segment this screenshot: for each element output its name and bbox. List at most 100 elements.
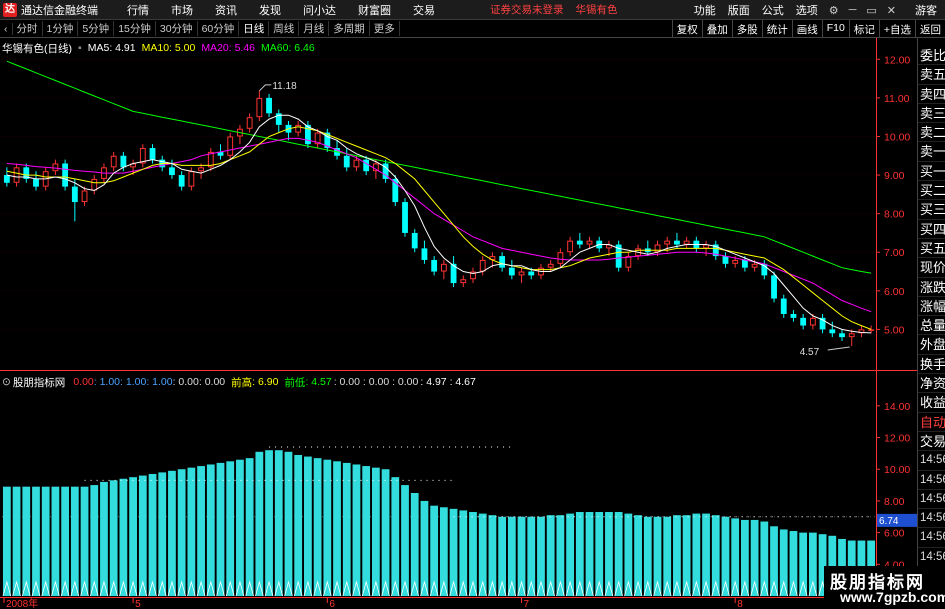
indicator-bar	[692, 513, 701, 596]
indicator-bar	[294, 454, 303, 596]
indicator-bar	[119, 478, 128, 596]
date-label: 6	[329, 599, 335, 609]
candle-body-down	[674, 240, 680, 245]
candle-body-down	[178, 175, 185, 187]
candle-body-down	[722, 256, 729, 264]
side-item-13: 涨幅	[918, 297, 945, 317]
indicator-bar	[80, 486, 89, 596]
indicator-tail-1: : 0.00 : 0.00 : 0.00	[333, 376, 419, 388]
watermark-line2: www.7gpzb.com	[840, 589, 945, 605]
indicator-bar	[381, 469, 390, 596]
indicator-bar	[653, 516, 662, 596]
candle-body-down	[120, 155, 127, 168]
price-tick-label: 10.00	[884, 131, 910, 143]
indicator-bar	[517, 516, 526, 596]
indicator-bar	[634, 515, 642, 596]
indicator-menu-icon[interactable]: ⊙	[2, 376, 11, 388]
indicator-bar	[255, 451, 264, 596]
side-item-7: 买二	[918, 181, 945, 201]
indicator-bar	[109, 480, 118, 596]
kchart-header: 华锡有色(日线) ▪ MA5: 4.91 MA10: 5.00 MA20: 5.…	[2, 41, 321, 55]
ma60-line	[6, 60, 872, 274]
low-pointer	[827, 346, 850, 351]
ma5-line	[6, 114, 872, 334]
indicator-bar	[216, 462, 225, 596]
candle-body-up	[518, 271, 525, 276]
candle-body-down	[149, 148, 156, 160]
side-item-10: 买五	[918, 239, 945, 259]
candle-body-down	[790, 313, 797, 318]
side-item-2: 卖四	[918, 85, 945, 104]
indicator-bar	[401, 485, 409, 596]
side-item-17: 净资	[918, 374, 945, 394]
side-item-9: 买四	[918, 220, 945, 239]
indicator-bar	[488, 515, 497, 596]
indicator-bar	[313, 458, 322, 596]
ma5-label: MA5: 4.91	[87, 42, 136, 54]
candle-body-down	[576, 240, 583, 245]
indicator-bar	[265, 450, 273, 596]
indicator-bar	[2, 486, 11, 596]
indicator-bar	[799, 532, 808, 596]
indicator-bar	[284, 451, 293, 596]
tool-back[interactable]: 返回	[915, 20, 945, 38]
candle-body-up	[683, 240, 690, 245]
price-tick-label: 7.00	[884, 247, 905, 259]
side-item-time-1: 14:56	[918, 471, 945, 490]
qiangao-value: : 6.90	[252, 376, 279, 388]
price-tick-label: 5.00	[884, 324, 905, 336]
indicator-bar	[352, 464, 361, 596]
indicator-bar	[245, 458, 254, 596]
candle-body-up	[479, 259, 486, 272]
stock-chart[interactable]: 12.00 11.00 10.00 9.00 8.00 7.00 6.00 5.00 14.00…	[0, 0, 917, 609]
candle-body-down	[528, 271, 535, 276]
price-tick-label: 6.00	[884, 286, 905, 298]
indicator-bar	[187, 467, 196, 596]
candle-body-up	[52, 163, 59, 172]
indicator-value-1: 0.00	[73, 376, 94, 388]
indicator-bar	[478, 513, 487, 596]
candle-body-up	[91, 178, 98, 191]
indicator-bar	[177, 469, 186, 596]
indicator-bar	[274, 450, 283, 596]
indicator-bar	[148, 473, 157, 596]
side-item-time-3: 14:56	[918, 509, 945, 529]
price-tick-label: 8.00	[884, 209, 905, 221]
side-item-jiaoyi: 交易	[918, 432, 945, 452]
watermark: 股朋指标网 www.7gpzb.com	[824, 566, 945, 609]
panel-top-gap	[918, 38, 945, 46]
indicator-bars	[2, 446, 876, 597]
indicator-tick-label: 6.00	[884, 528, 905, 540]
indicator-bar	[760, 521, 769, 596]
indicator-bar	[498, 516, 507, 596]
side-item-auto: 自动	[918, 413, 945, 432]
candle-body-up	[227, 136, 234, 156]
indicator-tick-label: 8.00	[884, 496, 905, 508]
candle-body-up	[81, 190, 88, 203]
side-item-4: 卖二	[918, 123, 945, 143]
candle-body-down	[741, 259, 748, 268]
indicator-bar	[750, 519, 759, 596]
candle-body-up	[353, 159, 360, 168]
indicator-bar	[527, 516, 536, 596]
candle-body-down	[169, 167, 175, 176]
indicator-bar	[158, 472, 167, 596]
indicator-bar	[779, 529, 788, 596]
side-item-3: 卖三	[918, 104, 945, 124]
indicator-tail-2: : 4.97 : 4.67	[420, 376, 476, 388]
quote-side-panel: 委比 卖五 卖四 卖三 卖二 卖一 买一 买二 买三 买四 买五 现价 涨跌 涨幅 总量 外盘 换手 净资 收益 自动…	[917, 38, 945, 609]
indicator-bar	[663, 516, 672, 596]
indicator-bar	[643, 516, 652, 596]
indicator-name[interactable]: 股朋指标网	[13, 375, 66, 390]
chart-axes: 12.00 11.00 10.00 9.00 8.00 7.00 6.00 5.00 14.00…	[0, 38, 917, 609]
candle-body-up	[868, 329, 875, 331]
indicator-bar	[546, 515, 555, 596]
indicator-bar	[100, 481, 108, 596]
qiandi-value: : 4.57	[305, 376, 332, 388]
side-item-18: 收益	[918, 393, 945, 413]
candlestick-series	[3, 90, 875, 347]
chart-labels: 11.18 4.57 6.74	[258, 81, 917, 527]
indicator-value-3: : 1.00	[120, 376, 147, 388]
grid-lines	[2, 58, 876, 518]
date-label: 7	[524, 599, 530, 609]
